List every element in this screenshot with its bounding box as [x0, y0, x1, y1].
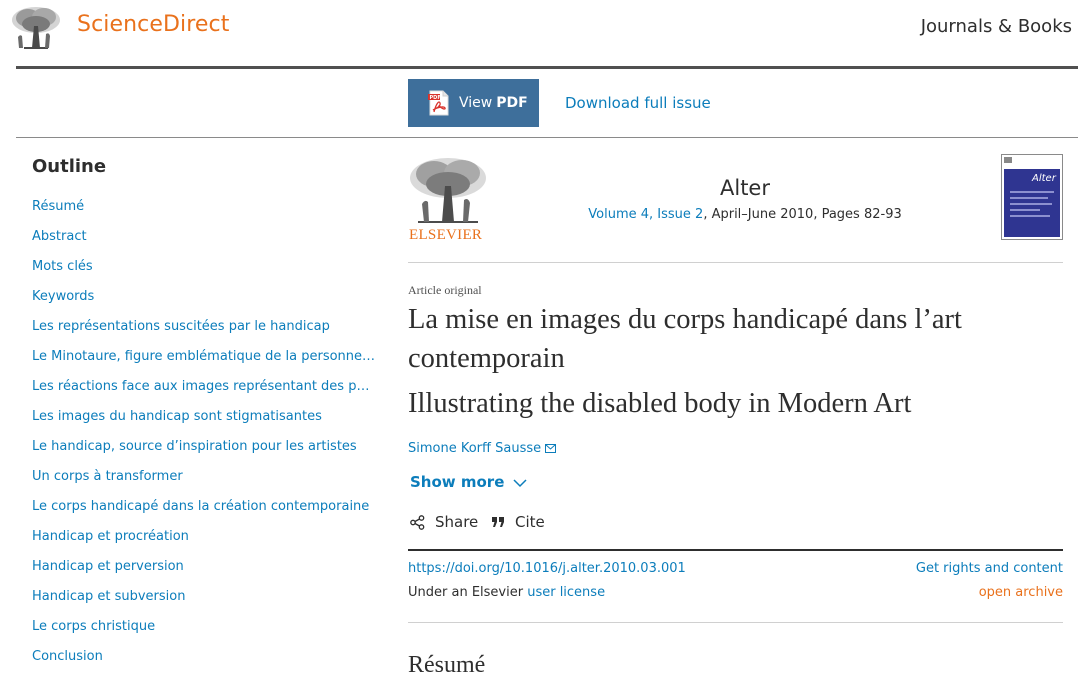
journal-cover-icon: Alter — [1002, 155, 1062, 239]
author-line: Simone Korff Sausse — [408, 441, 557, 456]
view-pdf-button[interactable]: PDF View PDF — [408, 79, 539, 127]
user-license-link[interactable]: user license — [527, 585, 605, 600]
author-link[interactable]: Simone Korff Sausse — [408, 441, 541, 456]
show-more-label: Show more — [410, 473, 505, 491]
doi-divider — [408, 549, 1063, 551]
outline-item[interactable]: Abstract — [32, 222, 376, 252]
outline-title: Outline — [32, 156, 107, 177]
share-icon — [410, 514, 425, 530]
outline-sidebar: Outline Résumé Abstract Mots clés Keywor… — [32, 154, 380, 672]
doi-link[interactable]: https://doi.org/10.1016/j.alter.2010.03.… — [408, 561, 686, 576]
outline-list: Résumé Abstract Mots clés Keywords Les r… — [32, 192, 380, 672]
download-full-issue-link[interactable]: Download full issue — [565, 94, 711, 112]
sciencedirect-home-link[interactable]: ScienceDirect — [77, 12, 229, 37]
outline-item[interactable]: Handicap et subversion — [32, 582, 376, 612]
issue-date-pages: , April–June 2010, Pages 82-93 — [703, 207, 902, 222]
outline-item[interactable]: Résumé — [32, 192, 376, 222]
show-more-button[interactable]: Show more — [410, 473, 527, 491]
abstract-divider — [408, 622, 1063, 623]
elsevier-tree-logo-icon[interactable] — [8, 4, 64, 52]
outline-item[interactable]: Handicap et perversion — [32, 552, 376, 582]
license-line: Under an Elsevier user license — [408, 585, 605, 600]
journals-books-link[interactable]: Journals & Books — [921, 16, 1072, 37]
journal-divider — [408, 262, 1063, 263]
cover-title: Alter — [1031, 173, 1057, 184]
article-title-english: Illustrating the disabled body in Modern… — [408, 388, 912, 419]
outline-item[interactable]: Les réactions face aux images représenta… — [32, 372, 376, 402]
outline-item[interactable]: Le handicap, source d’inspiration pour l… — [32, 432, 376, 462]
license-prefix: Under an Elsevier — [408, 585, 528, 600]
article-title-french: La mise en images du corps handicapé dan… — [408, 304, 962, 374]
outline-item[interactable]: Les images du handicap sont stigmatisant… — [32, 402, 376, 432]
journal-issue-meta: Volume 4, Issue 2, April–June 2010, Page… — [560, 207, 930, 222]
share-label: Share — [435, 513, 479, 531]
site-header: ScienceDirect Journals & Books — [0, 0, 1078, 66]
outline-item[interactable]: Keywords — [32, 282, 376, 312]
quote-icon — [492, 517, 504, 527]
journal-title-link[interactable]: Alter — [600, 176, 890, 200]
volume-issue-link[interactable]: Volume 4, Issue 2 — [588, 207, 703, 222]
journal-cover-thumbnail[interactable]: Alter — [1001, 154, 1063, 240]
outline-item[interactable]: Mots clés — [32, 252, 376, 282]
view-pdf-strong-label: PDF — [496, 95, 528, 111]
outline-item[interactable]: Le corps handicapé dans la création cont… — [32, 492, 376, 522]
open-archive-badge: open archive — [978, 585, 1063, 600]
outline-item[interactable]: Les représentations suscitées par le han… — [32, 312, 376, 342]
pdf-file-icon: PDF — [428, 90, 449, 116]
chevron-down-icon — [513, 479, 527, 488]
outline-item[interactable]: Un corps à transformer — [32, 462, 376, 492]
section-heading-resume: Résumé — [408, 652, 486, 678]
outline-item[interactable]: Handicap et procréation — [32, 522, 376, 552]
view-pdf-label: View — [459, 95, 493, 111]
header-divider — [16, 66, 1078, 69]
cite-label: Cite — [515, 513, 545, 531]
outline-item[interactable]: Le Minotaure, figure emblématique de la … — [32, 342, 376, 372]
rights-content-link[interactable]: Get rights and content — [916, 561, 1063, 576]
svg-text:PDF: PDF — [430, 95, 441, 101]
envelope-icon[interactable] — [545, 444, 557, 453]
article-type-label: Article original — [408, 283, 482, 297]
outline-item[interactable]: Le corps christique — [32, 612, 376, 642]
elsevier-wordmark: ELSEVIER — [409, 227, 483, 243]
share-button[interactable]: Share — [410, 513, 478, 531]
cite-button[interactable]: Cite — [491, 513, 545, 531]
toolbar-divider — [16, 137, 1078, 138]
